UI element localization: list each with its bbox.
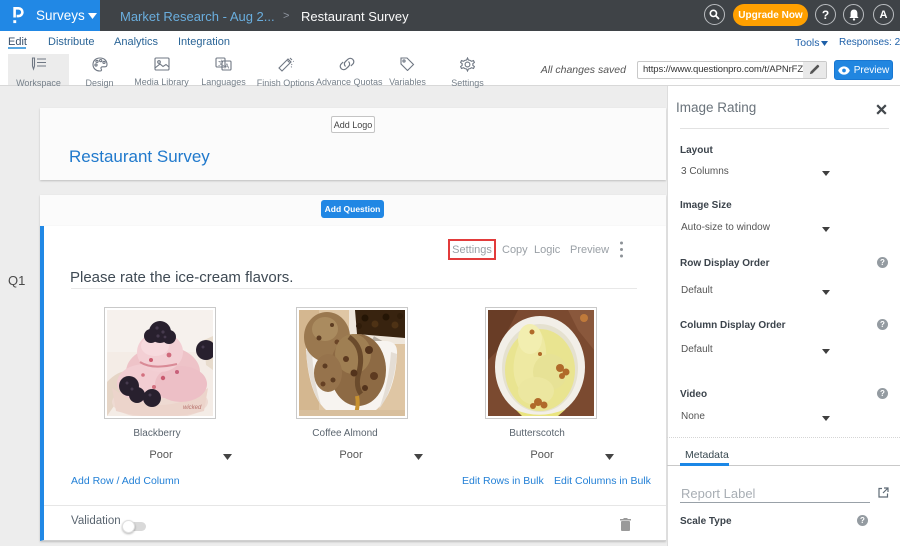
svg-text:wicked: wicked: [183, 405, 202, 411]
